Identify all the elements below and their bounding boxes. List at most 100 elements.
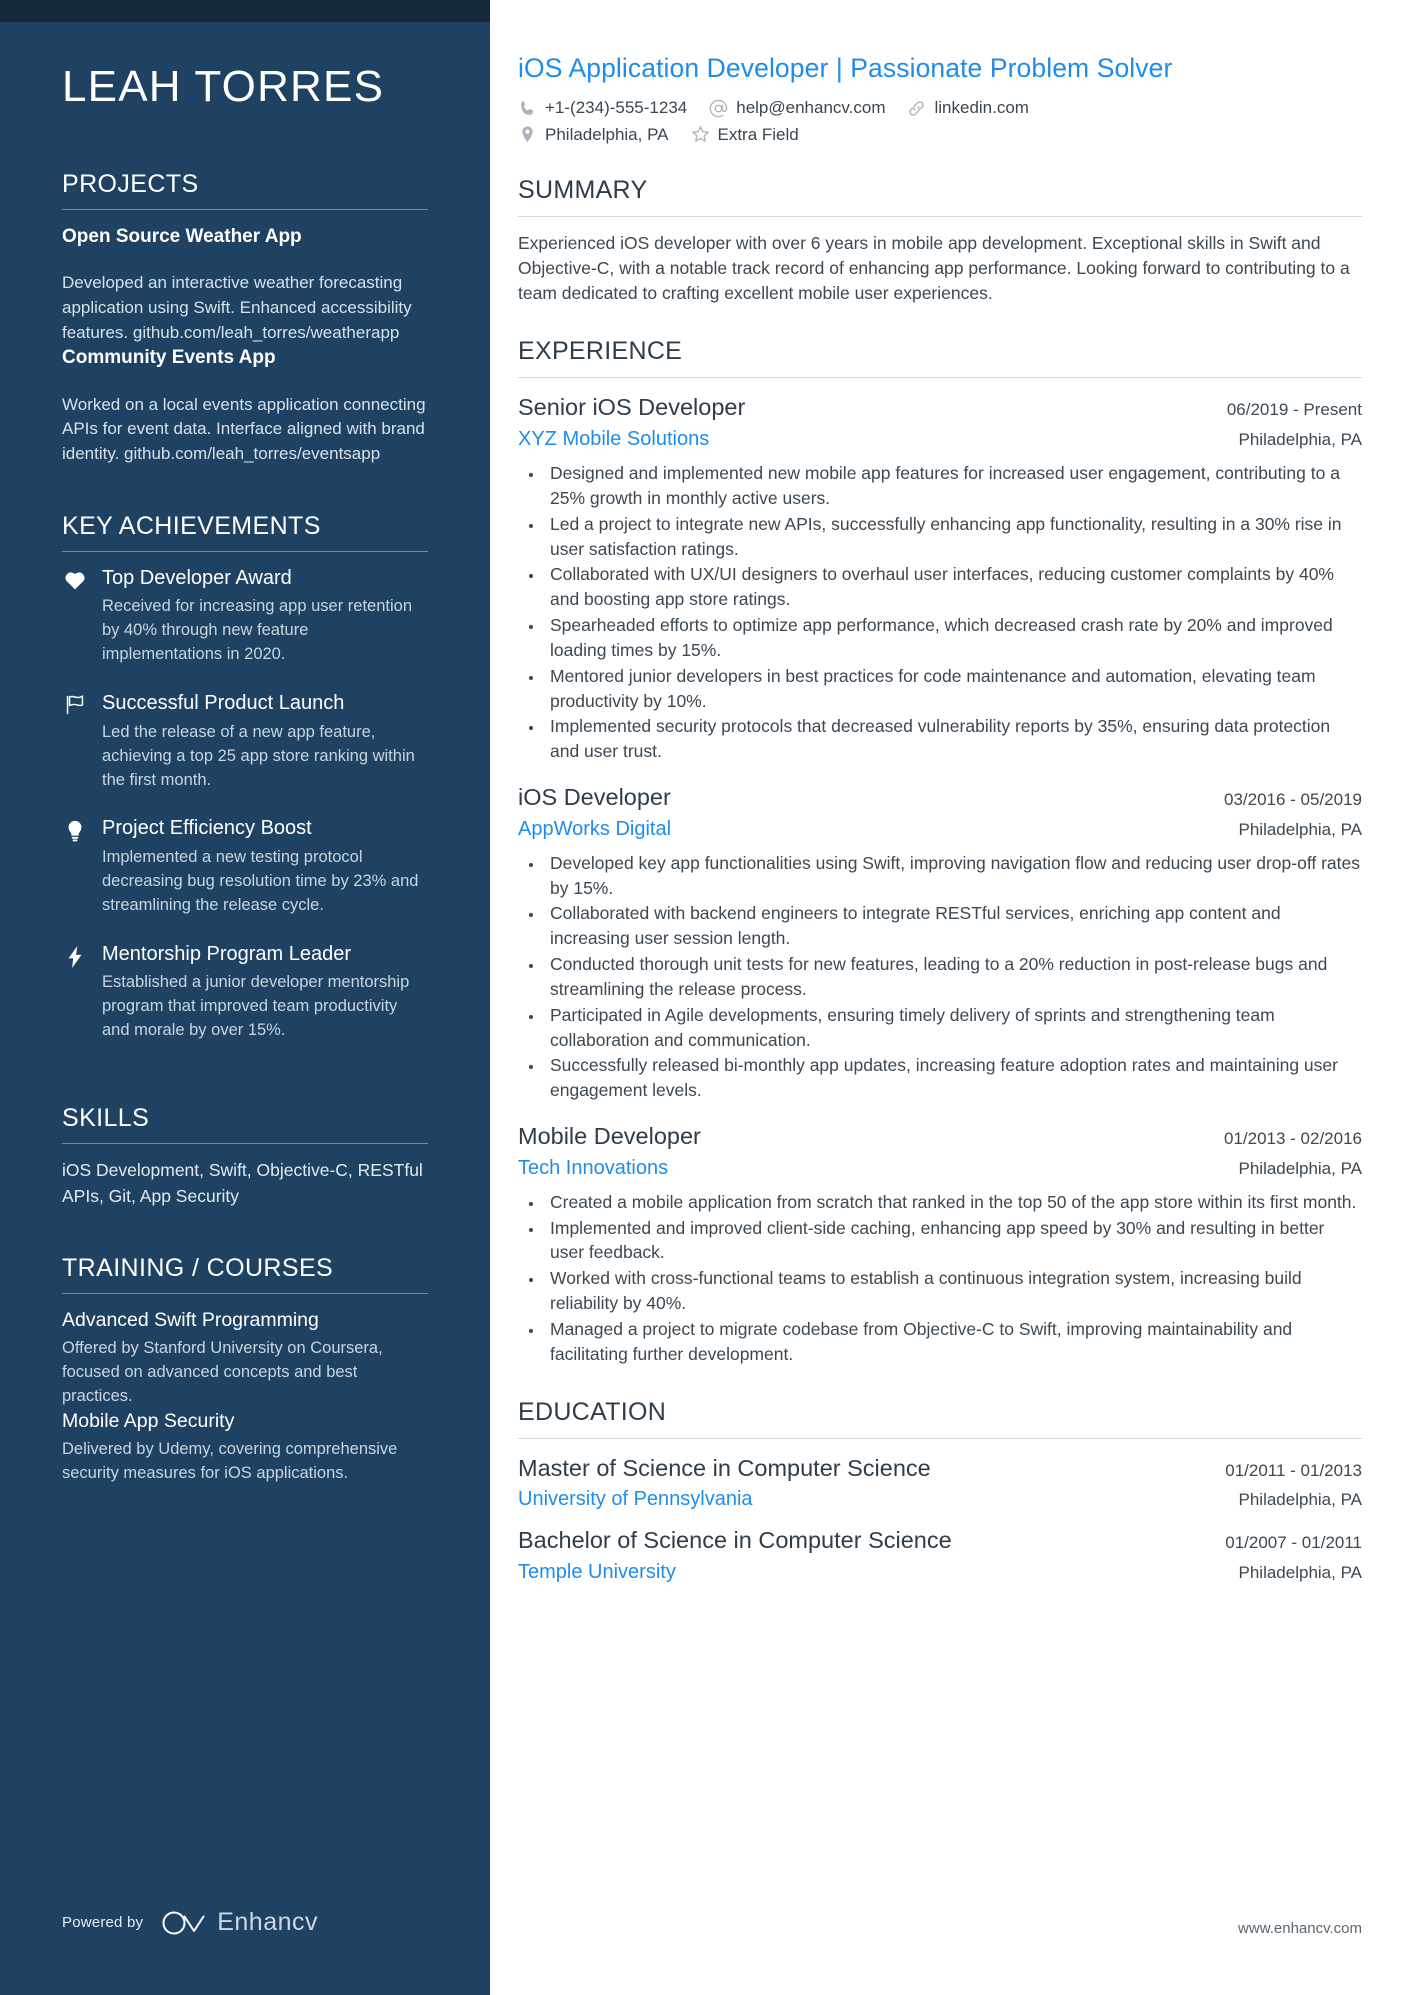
contact-email[interactable]: help@enhancv.com [709,98,885,118]
degree-date-range: 01/2011 - 01/2013 [1225,1460,1362,1480]
section-divider [62,1292,428,1294]
degree-date-range: 01/2007 - 01/2011 [1225,1533,1362,1553]
education-section-title: EDUCATION [518,1397,667,1426]
job-title: iOS Developer [518,784,671,811]
job-title: Mobile Developer [518,1123,701,1150]
summary-text: Experienced iOS developer with over 6 ye… [518,232,1350,304]
resume-page: LEAH TORRES PROJECTS Open Source Weather… [0,0,1410,1995]
job-bullet: Collaborated with backend engineers to i… [544,901,1362,951]
sidebar-footer: Powered by Enhancv [62,1908,318,1937]
project-name: Community Events App [62,347,276,369]
job-bullet: Worked with cross-functional teams to es… [544,1266,1362,1316]
main-content: iOS Application Developer | Passionate P… [490,0,1410,1995]
flag-icon [62,691,88,808]
education-entry: Master of Science in Computer Science 01… [518,1453,1362,1513]
enhancv-logo: Enhancv [161,1908,318,1937]
at-icon [709,99,728,118]
achievement-item: Successful Product Launch Led the releas… [62,691,428,808]
enhancv-website-label: www.enhancv.com [1238,1920,1362,1937]
course-item: Mobile App Security Delivered by Udemy, … [62,1409,428,1486]
section-divider [518,377,1362,379]
projects-section-title: PROJECTS [62,169,199,198]
section-divider [518,1437,1362,1439]
section-summary: SUMMARY Experienced iOS developer with o… [518,175,1362,307]
job-bullet: Conducted thorough unit tests for new fe… [544,952,1362,1002]
job-title: Senior iOS Developer [518,394,746,421]
job-bullet: Participated in Agile developments, ensu… [544,1003,1362,1053]
contact-email-value: help@enhancv.com [736,98,886,118]
contact-phone-value: +1-(234)-555-1234 [545,98,688,118]
job-bullet: Led a project to integrate new APIs, suc… [544,512,1362,562]
contact-row-primary: +1-(234)-555-1234 help@enhancv.com linke… [518,98,1362,118]
section-divider [62,1143,428,1145]
achievement-title: Mentorship Program Leader [102,942,352,965]
contact-extra-field: Extra Field [691,125,799,145]
heart-icon [62,566,88,683]
contact-website-value: linkedin.com [934,98,1029,118]
contact-row-secondary: Philadelphia, PA Extra Field [518,125,1362,145]
bolt-icon [62,942,88,1059]
lightbulb-icon [62,816,88,933]
course-description: Delivered by Udemy, covering comprehensi… [62,1440,398,1483]
experience-entry: iOS Developer 03/2016 - 05/2019 AppWorks… [518,782,1362,1103]
achievement-description: Led the release of a new app feature, ac… [102,722,415,789]
section-divider [518,215,1362,217]
contact-phone[interactable]: +1-(234)-555-1234 [518,98,687,118]
job-date-range: 03/2016 - 05/2019 [1223,790,1362,810]
project-item: Community Events App Worked on a local e… [62,345,428,467]
powered-by-label: Powered by [62,1914,144,1931]
achievement-title: Top Developer Award [102,566,292,589]
skills-list: iOS Development, Swift, Objective-C, RES… [62,1160,423,1206]
school-name[interactable]: Temple University [518,1559,676,1585]
section-divider [62,550,428,552]
candidate-name: LEAH TORRES [62,62,385,111]
achievement-description: Implemented a new testing protocol decre… [102,848,419,914]
job-bullet-list: Designed and implemented new mobile app … [544,461,1362,764]
job-bullet: Created a mobile application from scratc… [544,1190,1362,1215]
contact-website[interactable]: linkedin.com [907,98,1029,118]
job-location: Philadelphia, PA [1238,430,1363,450]
job-bullet-list: Created a mobile application from scratc… [544,1190,1362,1367]
achievement-item: Project Efficiency Boost Implemented a n… [62,816,428,933]
job-bullet: Successfully released bi-monthly app upd… [544,1053,1362,1103]
section-divider [62,208,428,210]
link-icon [907,99,926,118]
job-bullet: Mentored junior developers in best pract… [544,664,1362,714]
achievement-item: Mentorship Program Leader Established a … [62,942,428,1059]
education-entry: Bachelor of Science in Computer Science … [518,1525,1362,1585]
job-bullet-list: Developed key app functionalities using … [544,851,1362,1103]
job-bullet: Collaborated with UX/UI designers to ove… [544,562,1362,612]
course-name: Advanced Swift Programming [62,1308,319,1331]
star-icon [691,125,710,144]
school-name[interactable]: University of Pennsylvania [518,1486,753,1512]
map-pin-icon [518,125,537,144]
job-location: Philadelphia, PA [1238,819,1363,839]
job-company[interactable]: XYZ Mobile Solutions [518,426,709,452]
project-description: Developed an interactive weather forecas… [62,273,412,342]
phone-icon [518,99,537,118]
school-location: Philadelphia, PA [1238,1562,1363,1582]
job-company[interactable]: AppWorks Digital [518,816,671,842]
contact-block: +1-(234)-555-1234 help@enhancv.com linke… [518,98,1362,145]
achievement-title: Project Efficiency Boost [102,817,312,840]
degree-title: Master of Science in Computer Science [518,1454,931,1481]
contact-location-value: Philadelphia, PA [545,124,669,144]
sidebar-section-skills: SKILLS iOS Development, Swift, Objective… [62,1103,428,1209]
contact-extra-field-value: Extra Field [717,124,799,144]
professional-headline: iOS Application Developer | Passionate P… [518,53,1173,83]
project-description: Worked on a local events application con… [62,394,426,464]
school-location: Philadelphia, PA [1238,1490,1363,1510]
sidebar-section-projects: PROJECTS Open Source Weather App Develop… [62,169,428,467]
project-name: Open Source Weather App [62,225,302,247]
course-item: Advanced Swift Programming Offered by St… [62,1308,428,1409]
course-name: Mobile App Security [62,1410,235,1433]
job-bullet: Implemented and improved client-side cac… [544,1216,1362,1266]
training-section-title: TRAINING / COURSES [62,1253,334,1282]
sidebar-section-key-achievements: KEY ACHIEVEMENTS Top Developer Award Rec… [62,511,428,1059]
job-date-range: 01/2013 - 02/2016 [1223,1129,1362,1149]
experience-entry: Senior iOS Developer 06/2019 - Present X… [518,392,1362,764]
job-company[interactable]: Tech Innovations [518,1155,668,1181]
sidebar-top-accent-bar [0,0,490,22]
skills-section-title: SKILLS [62,1104,150,1133]
achievements-section-title: KEY ACHIEVEMENTS [62,511,321,540]
